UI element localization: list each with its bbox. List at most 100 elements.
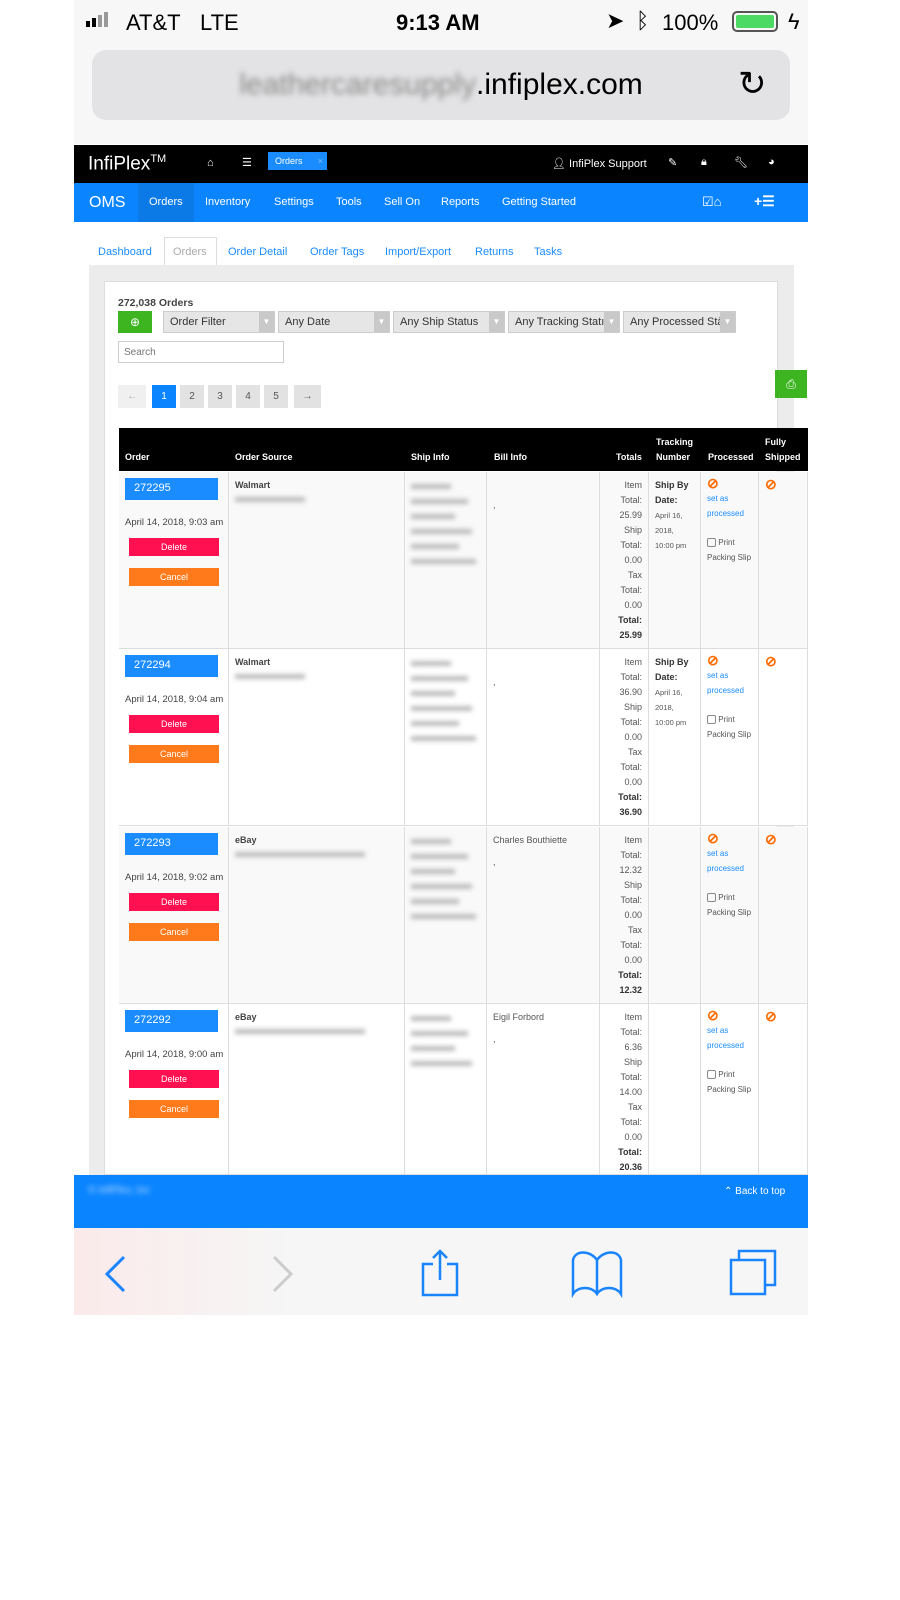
tab-orders[interactable]: Orders: [173, 246, 207, 258]
print-button[interactable]: ⎙: [775, 370, 807, 398]
cell: eBay: [229, 1004, 405, 1174]
delete-button[interactable]: Delete: [129, 893, 219, 911]
nav-sell-on[interactable]: Sell On: [384, 196, 420, 208]
page-4[interactable]: 4: [236, 385, 260, 408]
set-as-processed-link[interactable]: set as processed: [707, 1023, 751, 1053]
chevron-down-icon: ▼: [720, 312, 735, 332]
chevron-down-icon: ▼: [374, 312, 389, 332]
delete-button[interactable]: Delete: [129, 1070, 219, 1088]
col-ship-info[interactable]: Ship Info: [411, 452, 450, 462]
col-processed[interactable]: Processed: [708, 452, 754, 462]
item-total: 6.36: [624, 1042, 642, 1052]
page-5[interactable]: 5: [264, 385, 288, 408]
col-tracking[interactable]: Tracking: [656, 437, 693, 447]
nav-orders[interactable]: Orders: [149, 196, 183, 208]
nav-tools[interactable]: Tools: [336, 196, 362, 208]
delete-button[interactable]: Delete: [129, 538, 219, 556]
nav-settings[interactable]: Settings: [274, 196, 314, 208]
delete-button[interactable]: Delete: [129, 715, 219, 733]
col-fully[interactable]: Fully: [765, 437, 786, 447]
col-totals[interactable]: Totals: [616, 452, 642, 462]
blurred-ship-info: [411, 499, 468, 504]
cancel-button[interactable]: Cancel: [129, 1100, 219, 1118]
tab-tasks[interactable]: Tasks: [534, 246, 562, 258]
forward-icon[interactable]: [270, 1254, 296, 1294]
print-icon: ⎙: [786, 377, 796, 391]
order-id-button[interactable]: 272294: [125, 655, 218, 677]
processed-status-select[interactable]: Any Processed Stā ▼: [623, 311, 736, 333]
network: LTE: [200, 10, 239, 35]
brand-logo[interactable]: InfiPlexTM: [88, 153, 166, 175]
col-order[interactable]: Order: [125, 452, 150, 462]
blurred-ship-info: [411, 721, 459, 726]
bill-extra: ,: [493, 857, 496, 867]
ship-status-select[interactable]: Any Ship Status ▼: [393, 311, 505, 333]
reload-icon[interactable]: ↻: [738, 64, 767, 104]
check-home-icon[interactable]: ☑⌂: [702, 194, 722, 210]
page-3[interactable]: 3: [208, 385, 232, 408]
lock-icon[interactable]: 🔒︎: [701, 156, 707, 169]
order-id-button[interactable]: 272295: [125, 478, 218, 500]
set-as-processed-link[interactable]: set as processed: [707, 491, 751, 521]
back-icon[interactable]: [102, 1254, 128, 1294]
dashboard-icon[interactable]: ◕: [768, 156, 775, 168]
col-order-source[interactable]: Order Source: [235, 452, 293, 462]
search-input[interactable]: [118, 341, 284, 363]
col-tracking-number[interactable]: Number: [656, 452, 690, 462]
bookmarks-icon[interactable]: [570, 1248, 624, 1298]
cancel-button[interactable]: Cancel: [129, 923, 219, 941]
tab-order-tags[interactable]: Order Tags: [310, 246, 364, 258]
app-name[interactable]: OMS: [89, 194, 125, 212]
item-total: 25.99: [619, 510, 642, 520]
tab-order-detail[interactable]: Order Detail: [228, 246, 287, 258]
wrench-icon[interactable]: 🔧︎: [734, 156, 748, 169]
nav-inventory[interactable]: Inventory: [205, 196, 250, 208]
blurred-ship-info: [411, 884, 472, 889]
chevron-down-icon: ▼: [489, 312, 504, 332]
order-id-button[interactable]: 272292: [125, 1010, 218, 1032]
top-bar: InfiPlexTM ⌂ ☰ Orders × 👤︎ InfiPlex Suppo…: [74, 145, 808, 183]
print-packing-slip-checkbox[interactable]: Print Packing Slip: [707, 890, 751, 920]
url-field[interactable]: leathercaresupply .infiplex.com: [92, 50, 790, 120]
nav-getting-started[interactable]: Getting Started: [502, 196, 576, 208]
page-prev[interactable]: ←: [118, 385, 146, 408]
cell: [405, 827, 487, 1003]
tab-import-export[interactable]: Import/Export: [385, 246, 451, 258]
print-packing-slip-checkbox[interactable]: Print Packing Slip: [707, 712, 751, 742]
col-shipped[interactable]: Shipped: [765, 452, 801, 462]
url-domain: .infiplex.com: [476, 68, 643, 101]
open-tab-orders[interactable]: Orders ×: [268, 152, 327, 170]
cancel-button[interactable]: Cancel: [129, 568, 219, 586]
list-icon[interactable]: ☰: [242, 156, 252, 169]
cancel-button[interactable]: Cancel: [129, 745, 219, 763]
tabs-icon[interactable]: [728, 1248, 780, 1298]
tracking-status-select[interactable]: Any Tracking Statı ▼: [508, 311, 620, 333]
set-as-processed-link[interactable]: set as processed: [707, 668, 751, 698]
page-next[interactable]: →: [294, 385, 321, 408]
user-menu[interactable]: 👤︎ InfiPlex Support: [552, 157, 647, 170]
date-select[interactable]: Any Date ▼: [278, 311, 390, 333]
not-shipped-icon: ⊘: [765, 831, 777, 847]
download-button[interactable]: ⊕: [118, 311, 152, 333]
tax-total: 0.00: [624, 777, 642, 787]
tab-returns[interactable]: Returns: [475, 246, 514, 258]
home-icon[interactable]: ⌂: [207, 157, 214, 169]
order-filter-select[interactable]: Order Filter ▼: [163, 311, 275, 333]
share-icon[interactable]: [420, 1248, 460, 1298]
back-to-top-link[interactable]: ⌃ Back to top: [724, 1186, 785, 1197]
set-as-processed-link[interactable]: set as processed: [707, 846, 751, 876]
order-id-button[interactable]: 272293: [125, 833, 218, 855]
print-packing-slip-checkbox[interactable]: Print Packing Slip: [707, 535, 751, 565]
page-1[interactable]: 1: [152, 385, 176, 408]
nav-reports[interactable]: Reports: [441, 196, 480, 208]
tag-icon[interactable]: ✎: [668, 156, 677, 169]
print-packing-slip-checkbox[interactable]: Print Packing Slip: [707, 1067, 751, 1097]
col-bill-info[interactable]: Bill Info: [494, 452, 527, 462]
tab-dashboard[interactable]: Dashboard: [98, 246, 152, 258]
close-icon[interactable]: ×: [318, 156, 323, 166]
add-list-icon[interactable]: +☰: [754, 193, 775, 210]
download-icon: ⊕: [129, 315, 141, 329]
page-2[interactable]: 2: [180, 385, 204, 408]
sub-tabs: Dashboard Orders Order Detail Order Tags…: [74, 222, 808, 267]
cell: ⊘ set as processed Print Packing Slip: [701, 1004, 759, 1174]
